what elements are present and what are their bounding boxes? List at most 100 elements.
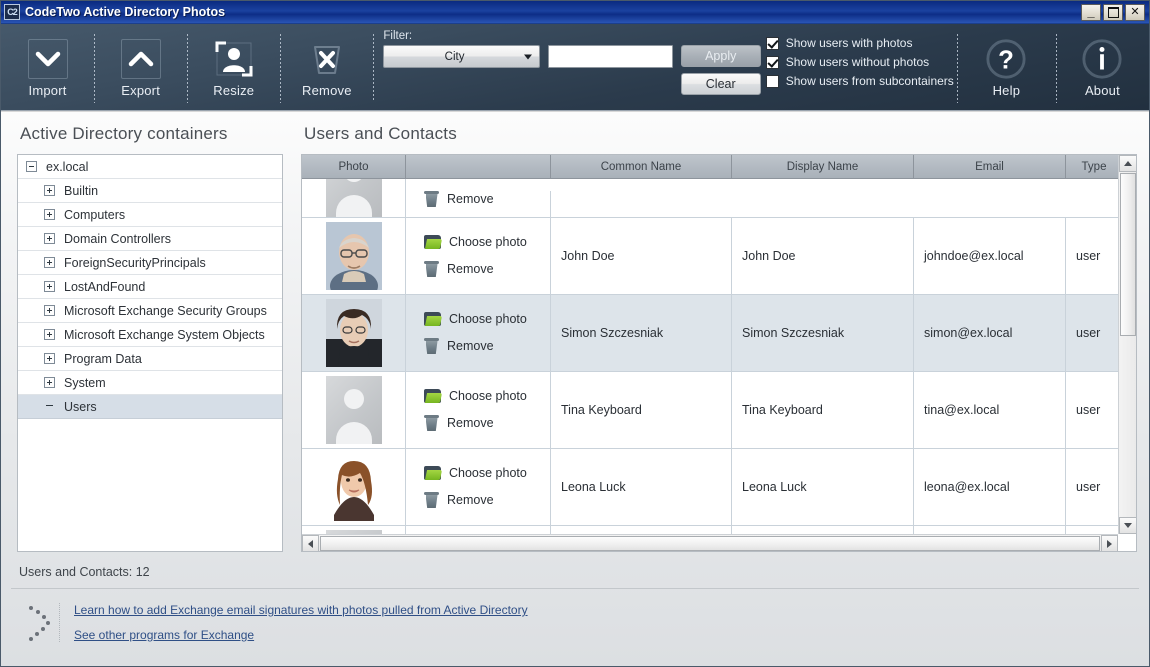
expand-plus-icon[interactable] (44, 305, 55, 316)
common-name-cell[interactable]: Tina Keyboard (551, 372, 732, 448)
table-row[interactable]: Choose photo Remove John Doe John Doe johndo… (302, 218, 1118, 295)
container-node-builtin[interactable]: Builtin (18, 179, 282, 203)
resize-button[interactable]: Resize (187, 24, 280, 111)
grid-vertical-scrollbar[interactable] (1118, 155, 1136, 534)
grid-header-common-name[interactable]: Common Name (551, 155, 732, 178)
container-node-microsoft-exchange-system-objects[interactable]: Microsoft Exchange System Objects (18, 323, 282, 347)
choose-photo-button[interactable]: Choose photo (424, 312, 527, 326)
grid-horizontal-scrollbar[interactable] (302, 534, 1118, 551)
container-node-ex-local[interactable]: ex.local (18, 155, 282, 179)
email-cell[interactable]: tina@ex.local (914, 372, 1066, 448)
checkbox-show-users-without-photos[interactable]: Show users without photos (765, 55, 957, 69)
type-cell[interactable]: user (1066, 218, 1118, 294)
photo-cell[interactable] (302, 372, 406, 448)
grid-body[interactable]: Remove Choose photo Remove John Doe John Do… (302, 179, 1118, 534)
table-row[interactable]: Choose photo Remove Leona Luck Leona Luck le… (302, 449, 1118, 526)
type-cell[interactable]: user (1066, 449, 1118, 525)
choose-photo-button[interactable]: Choose photo (424, 235, 527, 249)
minimize-button[interactable]: _ (1081, 3, 1101, 21)
import-button[interactable]: Import (1, 24, 94, 111)
grid-header-actions[interactable] (406, 155, 551, 178)
scroll-right-button[interactable] (1101, 535, 1118, 551)
expand-plus-icon[interactable] (44, 377, 55, 388)
footer-link-other-programs[interactable]: See other programs for Exchange (74, 628, 528, 642)
expand-plus-icon[interactable] (44, 185, 55, 196)
type-cell[interactable] (1066, 526, 1118, 534)
table-row[interactable]: Choose photo Remove Simon Szczesniak Simon … (302, 295, 1118, 372)
photo-cell[interactable] (302, 449, 406, 525)
display-name-cell[interactable]: Leona Luck (732, 449, 914, 525)
table-row[interactable]: Remove (302, 179, 1118, 218)
user-photo (325, 299, 382, 367)
common-name-cell[interactable]: Simon Szczesniak (551, 295, 732, 371)
expand-plus-icon[interactable] (44, 281, 55, 292)
checkbox-show-users-from-subcontainers[interactable]: Show users from subcontainers (765, 74, 957, 88)
display-name-cell[interactable] (732, 526, 914, 534)
footer-link-signatures[interactable]: Learn how to add Exchange email signatur… (74, 603, 528, 617)
scroll-left-button[interactable] (302, 535, 319, 551)
choose-photo-button[interactable]: Choose photo (424, 466, 527, 480)
close-button[interactable]: ✕ (1125, 3, 1145, 21)
remove-button[interactable]: Remove (280, 24, 373, 111)
email-cell[interactable]: simon@ex.local (914, 295, 1066, 371)
container-node-microsoft-exchange-security-groups[interactable]: Microsoft Exchange Security Groups (18, 299, 282, 323)
photo-cell[interactable] (302, 218, 406, 294)
maximize-button[interactable] (1103, 3, 1123, 21)
container-node-computers[interactable]: Computers (18, 203, 282, 227)
grid-header-photo[interactable]: Photo (302, 155, 406, 178)
clear-button[interactable]: Clear (680, 73, 761, 95)
scroll-down-button[interactable] (1119, 517, 1136, 534)
scroll-thumb-horizontal[interactable] (320, 536, 1100, 551)
remove-photo-button[interactable]: Remove (424, 492, 494, 508)
grid-header-display-name[interactable]: Display Name (732, 155, 914, 178)
expand-plus-icon[interactable] (44, 329, 55, 340)
common-name-cell[interactable] (551, 526, 732, 534)
expand-plus-icon[interactable] (44, 353, 55, 364)
container-node-system[interactable]: System (18, 371, 282, 395)
expand-plus-icon[interactable] (44, 257, 55, 268)
container-node-domain-controllers[interactable]: Domain Controllers (18, 227, 282, 251)
email-cell[interactable]: leona@ex.local (914, 449, 1066, 525)
table-row[interactable]: Choose photo Remove Tina Keyboard Tina Keyb… (302, 372, 1118, 449)
remove-photo-button[interactable]: Remove (424, 261, 494, 277)
export-button[interactable]: Export (94, 24, 187, 111)
table-row[interactable]: Choose photo (302, 526, 1118, 534)
expand-plus-icon[interactable] (44, 233, 55, 244)
container-node-foreignsecurityprincipals[interactable]: ForeignSecurityPrincipals (18, 251, 282, 275)
email-cell[interactable]: johndoe@ex.local (914, 218, 1066, 294)
photo-cell[interactable] (302, 526, 406, 534)
common-name-cell[interactable]: John Doe (551, 218, 732, 294)
collapse-minus-icon[interactable] (26, 161, 37, 172)
help-button[interactable]: ? Help (956, 24, 1056, 111)
choose-photo-button[interactable]: Choose photo (424, 389, 527, 403)
container-node-program-data[interactable]: Program Data (18, 347, 282, 371)
container-node-lostandfound[interactable]: LostAndFound (18, 275, 282, 299)
common-name-cell[interactable]: Leona Luck (551, 449, 732, 525)
scroll-up-button[interactable] (1119, 155, 1136, 172)
type-cell[interactable]: user (1066, 372, 1118, 448)
remove-photo-button[interactable]: Remove (424, 415, 494, 431)
type-cell[interactable]: user (1066, 295, 1118, 371)
checkbox-label: Show users without photos (785, 55, 930, 69)
grid-header-type[interactable]: Type (1066, 155, 1118, 178)
expand-plus-icon[interactable] (44, 209, 55, 220)
display-name-cell[interactable]: Simon Szczesniak (732, 295, 914, 371)
container-node-users[interactable]: Users (18, 395, 282, 419)
checkbox-show-users-with-photos[interactable]: Show users with photos (765, 36, 957, 50)
remove-photo-button[interactable]: Remove (424, 338, 494, 354)
filter-label: Filter: (383, 30, 413, 42)
display-name-cell[interactable]: John Doe (732, 218, 914, 294)
actions-cell: Remove (406, 191, 551, 217)
photo-cell[interactable] (302, 179, 406, 217)
filter-field-select[interactable]: City (383, 45, 540, 68)
display-name-cell[interactable]: Tina Keyboard (732, 372, 914, 448)
email-cell[interactable] (914, 526, 1066, 534)
grid-header-email[interactable]: Email (914, 155, 1066, 178)
scroll-thumb-vertical[interactable] (1120, 173, 1136, 336)
photo-cell[interactable] (302, 295, 406, 371)
apply-button[interactable]: Apply (680, 45, 761, 67)
containers-tree[interactable]: ex.local Builtin Computers Domain Controlle… (17, 154, 283, 552)
remove-photo-button[interactable]: Remove (424, 191, 494, 207)
filter-value-input[interactable] (547, 45, 673, 68)
about-button[interactable]: About (1055, 24, 1149, 111)
